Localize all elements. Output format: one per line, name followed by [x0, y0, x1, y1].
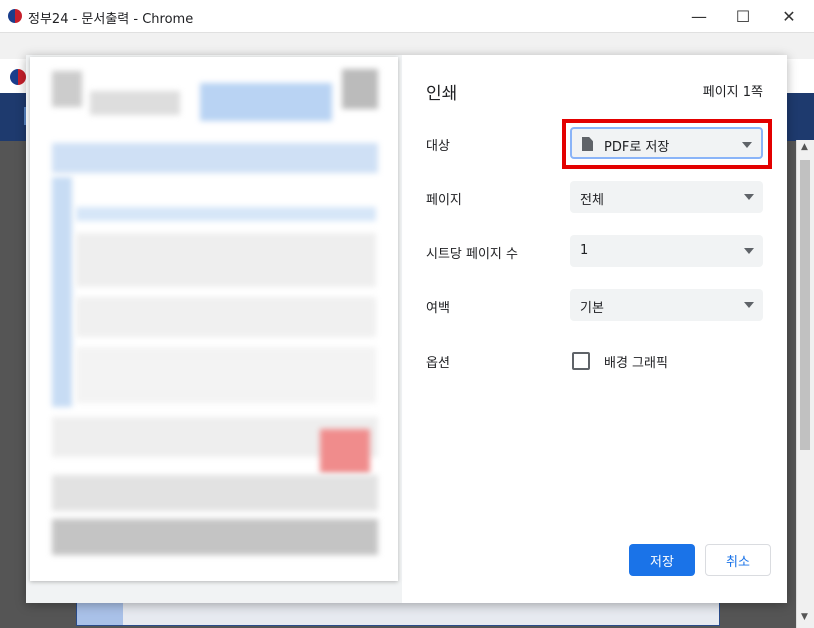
- options-label: 옵션: [426, 356, 450, 371]
- background-strip: [76, 602, 720, 626]
- pages-per-sheet-select[interactable]: 1: [570, 235, 763, 267]
- page-count: 페이지 1쪽: [702, 85, 763, 100]
- minimize-button[interactable]: —: [676, 0, 722, 32]
- print-settings: 인쇄 페이지 1쪽 대상 PDF로 저장 페이지 전체 시트당 페이지 수 1 …: [402, 55, 787, 603]
- scroll-up-icon[interactable]: ▲: [801, 142, 808, 152]
- pages-select[interactable]: 전체: [570, 181, 763, 213]
- background-graphics-checkbox[interactable]: [572, 352, 590, 370]
- scroll-thumb[interactable]: [800, 160, 810, 450]
- gov-logo-icon: [10, 69, 26, 85]
- destination-highlight-box: [562, 119, 772, 169]
- print-dialog: 인쇄 페이지 1쪽 대상 PDF로 저장 페이지 전체 시트당 페이지 수 1 …: [26, 55, 787, 603]
- scroll-down-icon[interactable]: ▼: [801, 612, 808, 622]
- print-preview: [26, 55, 402, 603]
- pages-per-sheet-label: 시트당 페이지 수: [426, 247, 518, 262]
- window-title: 정부24 - 문서출력 - Chrome: [28, 12, 194, 27]
- title-bar: 정부24 - 문서출력 - Chrome — ☐ ✕: [0, 0, 814, 33]
- page-scrollbar[interactable]: ▲ ▼: [796, 140, 814, 628]
- pages-label: 페이지: [426, 193, 462, 208]
- margins-select[interactable]: 기본: [570, 289, 763, 321]
- close-button[interactable]: ✕: [766, 0, 812, 32]
- chevron-down-icon: [744, 248, 754, 254]
- print-heading: 인쇄: [426, 84, 458, 104]
- cancel-button[interactable]: 취소: [705, 544, 771, 576]
- background-graphics-label[interactable]: 배경 그래픽: [604, 352, 668, 371]
- maximize-button[interactable]: ☐: [720, 0, 766, 32]
- gov-logo-icon: [8, 9, 22, 23]
- save-button[interactable]: 저장: [629, 544, 695, 576]
- margins-label: 여백: [426, 301, 450, 316]
- chevron-down-icon: [744, 194, 754, 200]
- destination-label: 대상: [426, 139, 450, 154]
- preview-page: [30, 57, 398, 581]
- margins-value: 기본: [580, 301, 604, 316]
- pages-value: 전체: [580, 193, 604, 208]
- chevron-down-icon: [744, 302, 754, 308]
- pages-per-sheet-value: 1: [580, 243, 589, 258]
